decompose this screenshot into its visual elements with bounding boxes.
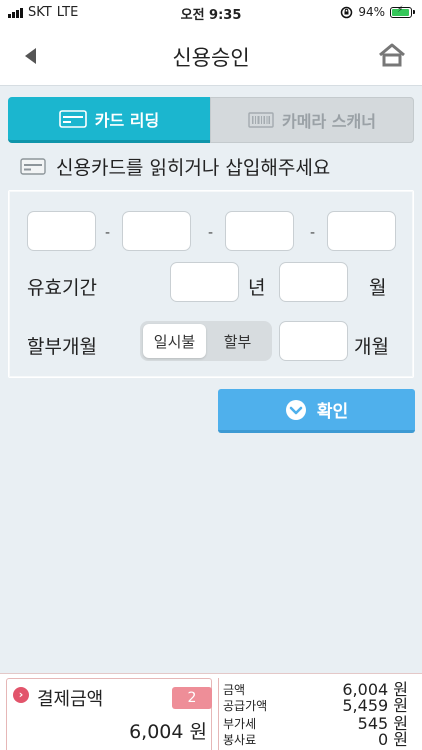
- amount-breakdown: 금액 6,004 원 공급가액 5,459 원 부가세 545 원 봉사료 0 …: [218, 678, 414, 750]
- payment-amount-box[interactable]: › 결제금액 2 6,004 원: [6, 678, 212, 750]
- chevron-down-circle-icon: [285, 399, 306, 420]
- installment-toggle: 일시불 할부: [140, 321, 272, 361]
- breakdown-row: 봉사료 0 원: [223, 730, 408, 749]
- installment-option-lump-sum[interactable]: 일시불: [143, 324, 206, 358]
- confirm-button[interactable]: 확인: [218, 389, 415, 433]
- tab-card-reading-label: 카드 리딩: [94, 110, 160, 130]
- payment-amount-value: 6,004 원: [129, 721, 207, 743]
- payment-summary: › 결제금액 2 6,004 원 금액 6,004 원 공급가액 5,459 원…: [0, 673, 422, 750]
- nav-bar: 신용승인: [0, 26, 422, 86]
- rotation-lock-icon: [341, 6, 353, 18]
- battery-percent: 94%: [358, 5, 385, 19]
- card-number-separator: -: [105, 225, 111, 241]
- chevron-right-icon: ›: [13, 687, 29, 703]
- card-icon: [58, 109, 87, 128]
- card-outline-icon: [20, 158, 46, 175]
- payment-amount-label: 결제금액: [37, 689, 104, 710]
- breakdown-key: 공급가액: [223, 699, 268, 713]
- battery-icon: ⚡: [390, 5, 415, 18]
- card-number-field-2[interactable]: [122, 211, 191, 251]
- breakdown-value: 0 원: [378, 730, 408, 749]
- confirm-button-label: 확인: [316, 402, 349, 422]
- installment-option-installment[interactable]: 할부: [206, 324, 269, 358]
- installment-label: 할부개월: [27, 336, 97, 358]
- year-unit: 년: [248, 277, 266, 299]
- status-right: 94% ⚡: [340, 5, 415, 19]
- breakdown-key: 봉사료: [223, 733, 257, 747]
- card-number-separator: -: [208, 225, 214, 241]
- installment-unit: 개월: [354, 336, 389, 358]
- card-number-field-3[interactable]: [225, 211, 294, 251]
- card-number-field-1[interactable]: [27, 211, 96, 251]
- breakdown-key: 부가세: [223, 717, 257, 731]
- expiry-year-field[interactable]: [170, 262, 239, 302]
- status-bar: SKT LTE 오전 9:35 94% ⚡: [0, 0, 422, 26]
- card-input-panel: - - - 유효기간 년 월 할부개월 일시불 할부 개월: [8, 190, 414, 378]
- barcode-icon: [248, 112, 274, 128]
- payment-count-badge: 2: [172, 687, 212, 709]
- page-title: 신용승인: [172, 46, 250, 70]
- instruction-row: 신용카드를 읽히거나 삽입해주세요: [20, 153, 330, 180]
- month-unit: 월: [369, 277, 387, 299]
- card-number-field-4[interactable]: [327, 211, 396, 251]
- expiry-label: 유효기간: [27, 277, 97, 299]
- tab-card-reading[interactable]: 카드 리딩: [8, 97, 210, 143]
- installment-months-field[interactable]: [279, 321, 348, 361]
- input-mode-tabs: 카드 리딩 카메라 스캐너: [8, 97, 414, 143]
- card-number-separator: -: [310, 225, 316, 241]
- breakdown-key: 금액: [223, 683, 246, 697]
- tab-camera-scanner-label: 카메라 스캐너: [282, 112, 376, 131]
- expiry-month-field[interactable]: [279, 262, 348, 302]
- instruction-text: 신용카드를 읽히거나 삽입해주세요: [56, 157, 331, 179]
- tab-camera-scanner[interactable]: 카메라 스캐너: [210, 97, 414, 143]
- home-icon[interactable]: [378, 41, 406, 69]
